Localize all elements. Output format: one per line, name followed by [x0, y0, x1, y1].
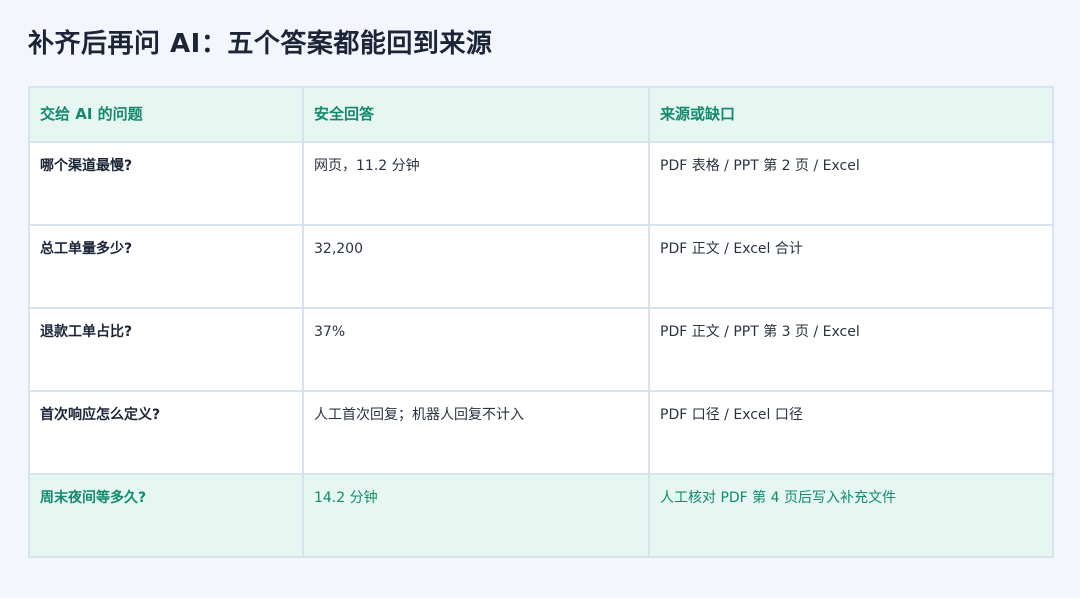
table-header-row: 交给 AI 的问题 安全回答 来源或缺口	[28, 86, 1054, 143]
question-cell: 首次响应怎么定义?	[28, 390, 304, 475]
source-cell: 人工核对 PDF 第 4 页后写入补充文件	[648, 473, 1054, 558]
column-header-question: 交给 AI 的问题	[28, 86, 304, 143]
answer-cell: 网页，11.2 分钟	[302, 141, 650, 226]
source-cell: PDF 正文 / Excel 合计	[648, 224, 1054, 309]
table-row-highlighted: 周末夜间等多久? 14.2 分钟 人工核对 PDF 第 4 页后写入补充文件	[28, 473, 1054, 558]
page: 补齐后再问 AI：五个答案都能回到来源 交给 AI 的问题 安全回答 来源或缺口…	[0, 0, 1080, 598]
table-row: 首次响应怎么定义? 人工首次回复；机器人回复不计入 PDF 口径 / Excel…	[28, 390, 1054, 475]
source-cell: PDF 正文 / PPT 第 3 页 / Excel	[648, 307, 1054, 392]
answer-cell: 37%	[302, 307, 650, 392]
table-row: 总工单量多少? 32,200 PDF 正文 / Excel 合计	[28, 224, 1054, 309]
table-row: 哪个渠道最慢? 网页，11.2 分钟 PDF 表格 / PPT 第 2 页 / …	[28, 141, 1054, 226]
question-cell: 总工单量多少?	[28, 224, 304, 309]
question-cell: 哪个渠道最慢?	[28, 141, 304, 226]
question-cell: 退款工单占比?	[28, 307, 304, 392]
source-cell: PDF 口径 / Excel 口径	[648, 390, 1054, 475]
answer-cell: 32,200	[302, 224, 650, 309]
answer-table: 交给 AI 的问题 安全回答 来源或缺口 哪个渠道最慢? 网页，11.2 分钟 …	[28, 86, 1054, 558]
page-title: 补齐后再问 AI：五个答案都能回到来源	[28, 29, 493, 59]
column-header-source: 来源或缺口	[648, 86, 1054, 143]
answer-cell: 人工首次回复；机器人回复不计入	[302, 390, 650, 475]
answer-cell: 14.2 分钟	[302, 473, 650, 558]
column-header-answer: 安全回答	[302, 86, 650, 143]
question-cell: 周末夜间等多久?	[28, 473, 304, 558]
source-cell: PDF 表格 / PPT 第 2 页 / Excel	[648, 141, 1054, 226]
table-row: 退款工单占比? 37% PDF 正文 / PPT 第 3 页 / Excel	[28, 307, 1054, 392]
